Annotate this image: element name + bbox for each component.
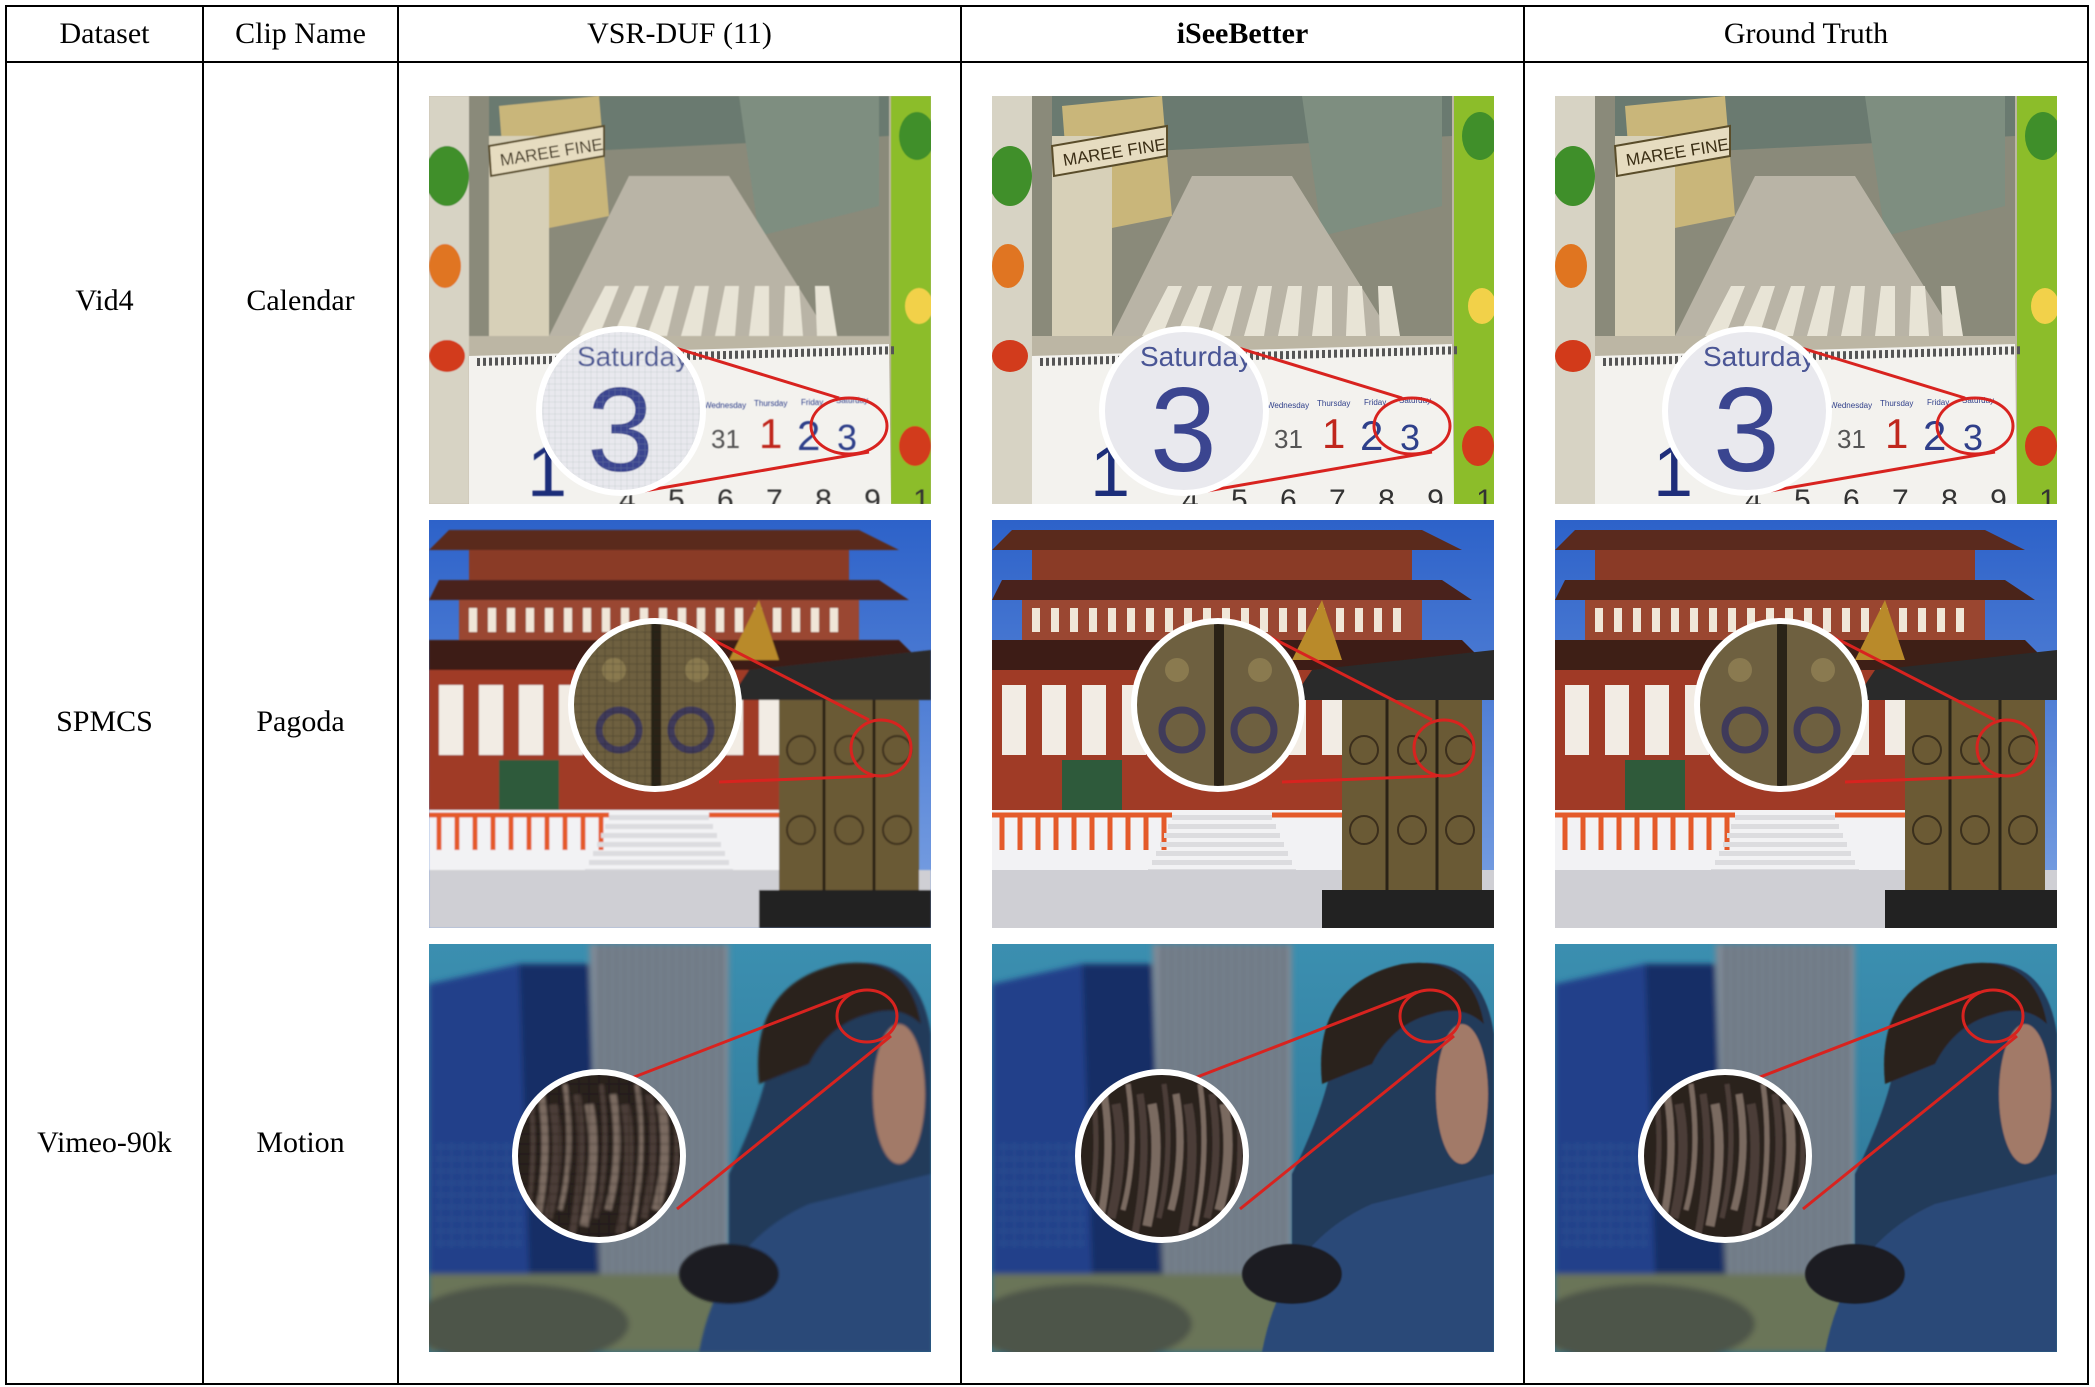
calendar-date-31: 31 [1837,424,1866,454]
vsr-calendar-image: MAREE FINE Wednesday Thursday Friday Sat… [428,95,931,504]
calendar-weekday-1: Wednesday [1830,401,1872,410]
isb-pagoda-image [991,519,1494,928]
dataset-column: Vid4 SPMCS Vimeo-90k [5,61,204,1385]
calendar-weekday-2: Thursday [1880,399,1913,408]
dataset-vid4: Vid4 [75,284,134,318]
calendar-date-fri: 1 [1322,410,1345,457]
iseebetter-column: MAREE FINE Wednesday Thursday Friday Sat… [960,61,1525,1385]
body-row: Vid4 SPMCS Vimeo-90k Calendar Pagoda Mot… [5,61,2089,1385]
header-iseebetter: iSeeBetter [960,5,1525,63]
clip-pagoda: Pagoda [256,705,345,738]
calendar-date-sat: 2 [1360,412,1383,459]
gt-pagoda-image [1555,519,2057,928]
calendar-weekday-1: Wednesday [704,401,746,410]
comparison-table: Dataset Clip Name VSR-DUF (11) iSeeBette… [5,5,2089,1385]
calendar-weekday-3: Friday [1364,398,1386,407]
header-row: Dataset Clip Name VSR-DUF (11) iSeeBette… [5,5,2089,63]
clip-calendar: Calendar [246,284,355,318]
dataset-spmcs: SPMCS [56,705,153,738]
clip-column: Calendar Pagoda Motion [202,61,399,1385]
header-ground-truth: Ground Truth [1523,5,2089,63]
gt-motion-image [1555,943,2057,1352]
calendar-date-fri: 1 [1885,410,1908,457]
gt-calendar-image: MAREE FINE Wednesday Thursday Friday Sat… [1555,95,2057,504]
header-clip-name: Clip Name [202,5,399,63]
clip-motion: Motion [256,1125,345,1159]
vsr-duf-column: MAREE FINE Wednesday Thursday Friday Sat… [397,61,962,1385]
calendar-weekday-2: Thursday [1317,399,1350,408]
vsr-motion-image [428,943,931,1352]
calendar-date-31: 31 [711,424,740,454]
dataset-vimeo: Vimeo-90k [37,1125,172,1159]
header-vsr-duf: VSR-DUF (11) [397,5,962,63]
calendar-date-sat: 2 [1923,412,1946,459]
calendar-weekday-3: Friday [801,398,823,407]
calendar-date-31: 31 [1274,424,1303,454]
header-dataset: Dataset [5,5,204,63]
isb-motion-image [991,943,1494,1352]
calendar-date-sat: 2 [797,412,820,459]
calendar-weekday-2: Thursday [754,399,787,408]
calendar-date-fri: 1 [759,410,782,457]
ground-truth-column: MAREE FINE Wednesday Thursday Friday Sat… [1523,61,2089,1385]
isb-calendar-image: MAREE FINE Wednesday Thursday Friday Sat… [991,95,1494,504]
calendar-weekday-3: Friday [1927,398,1949,407]
vsr-pagoda-image [428,519,931,928]
calendar-weekday-1: Wednesday [1267,401,1309,410]
